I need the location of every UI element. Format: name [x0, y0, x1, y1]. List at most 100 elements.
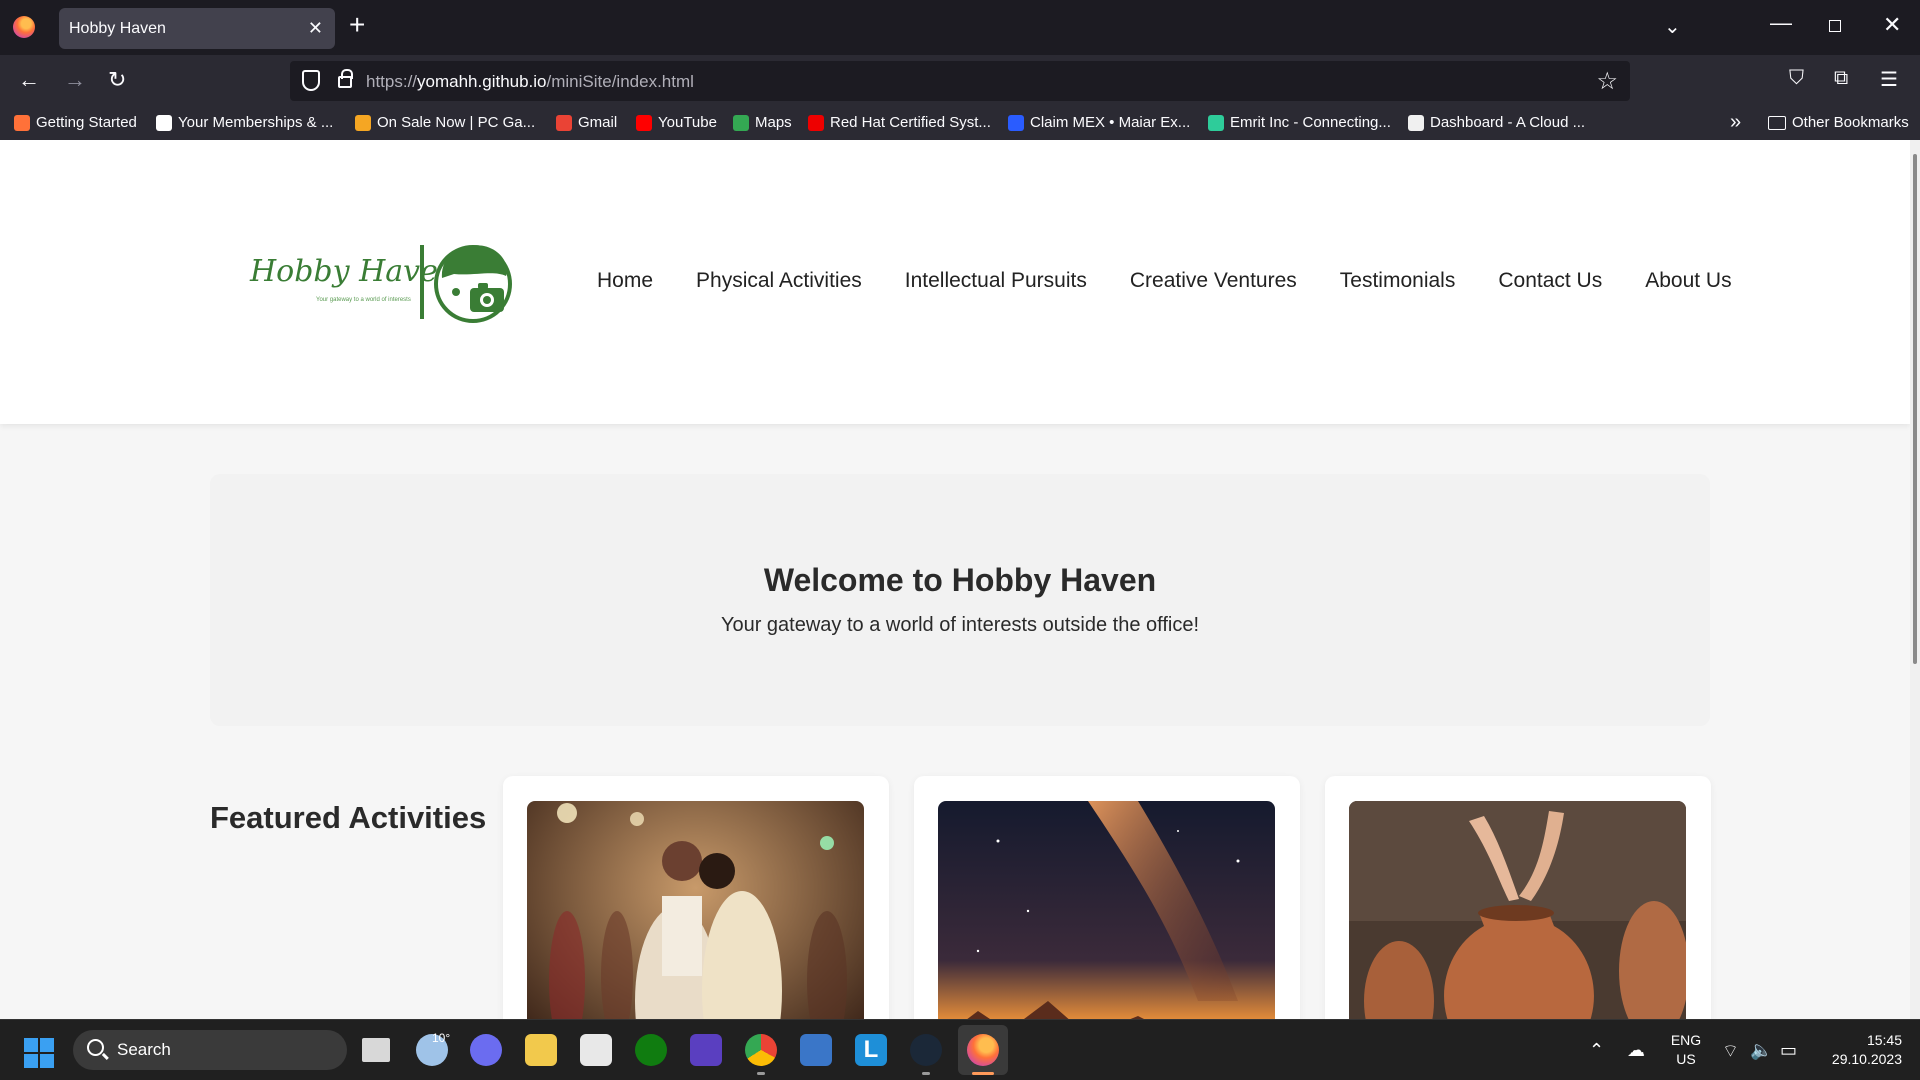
volume-icon[interactable]: 🔈 [1750, 1040, 1772, 1061]
taskbar-search-placeholder: Search [117, 1040, 171, 1059]
more-bookmarks-icon[interactable]: » [1730, 111, 1741, 134]
other-bookmarks-label: Other Bookmarks [1792, 114, 1909, 131]
bookmarks-bar: Getting Started Your Memberships & ... On … [0, 107, 1920, 140]
taskbar-search[interactable]: Search [73, 1030, 347, 1070]
nav-link-physical-activities[interactable]: Physical Activities [696, 269, 862, 293]
extensions-icon[interactable]: ⧉ [1834, 67, 1848, 90]
other-bookmarks-folder[interactable]: Other Bookmarks [1768, 114, 1909, 131]
network-app-icon[interactable] [800, 1034, 832, 1066]
logo-tagline: Your gateway to a world of interests [316, 297, 411, 303]
bookmark-star-icon[interactable]: ☆ [1596, 67, 1618, 96]
bookmark-item[interactable]: Emrit Inc - Connecting... [1208, 114, 1391, 131]
pottery-making-photo [1349, 801, 1686, 1019]
browser-tab[interactable]: Hobby Haven ✕ [59, 8, 335, 49]
clock-time: 15:45 [1866, 1032, 1902, 1048]
steam-icon[interactable] [910, 1034, 942, 1066]
windows-taskbar: Search 10° L ⌃ ☁ ENG US ⌔ 🔈 ▭ 15:45 29.1… [0, 1019, 1920, 1080]
close-window-icon[interactable]: ✕ [1883, 12, 1901, 38]
pocket-icon[interactable]: ⛉ [1789, 67, 1804, 90]
language-indicator[interactable]: ENG US [1668, 1031, 1704, 1069]
activity-card[interactable] [503, 776, 889, 1019]
redhat-icon [808, 114, 824, 131]
tab-title: Hobby Haven [69, 20, 166, 37]
shield-icon[interactable] [302, 70, 320, 91]
bookmark-item[interactable]: Getting Started [14, 114, 137, 131]
bookmark-item[interactable]: Claim MEX • Maiar Ex... [1008, 114, 1190, 131]
running-indicator [922, 1072, 930, 1075]
new-tab-icon[interactable]: + [349, 10, 365, 40]
letter-l-app-icon[interactable]: L [855, 1034, 887, 1066]
browser-navigation-bar: ← → ↻ https://yomahh.github.io/miniSite/… [0, 55, 1920, 107]
firefox-taskbar-active[interactable] [958, 1025, 1008, 1075]
reload-icon[interactable]: ↻ [108, 69, 126, 91]
back-arrow-icon[interactable]: ← [18, 69, 40, 91]
hero-subtitle: Your gateway to a world of interests out… [720, 614, 1200, 636]
nav-link-creative-ventures[interactable]: Creative Ventures [1130, 269, 1297, 293]
running-indicator [757, 1072, 765, 1075]
activity-card[interactable] [914, 776, 1300, 1019]
bookmark-item[interactable]: On Sale Now | PC Ga... [355, 114, 535, 131]
clock[interactable]: 15:45 29.10.2023 [1818, 1031, 1902, 1069]
xbox-icon[interactable] [635, 1034, 667, 1066]
folder-icon [1768, 115, 1786, 130]
site-logo[interactable]: Hobby Haven Your gateway to a world of i… [250, 240, 515, 326]
menu-icon[interactable]: ☰ [1880, 67, 1898, 92]
teams-chat-icon[interactable] [470, 1034, 502, 1066]
amazon-icon [156, 114, 172, 131]
firefox-icon [14, 114, 30, 131]
region-code: US [1676, 1051, 1696, 1067]
bookmark-label: YouTube [658, 114, 717, 131]
nav-link-testimonials[interactable]: Testimonials [1340, 269, 1456, 293]
bookmark-label: Gmail [578, 114, 618, 131]
battery-icon[interactable]: ▭ [1780, 1040, 1797, 1061]
clock-date: 29.10.2023 [1831, 1051, 1902, 1067]
bookmark-item[interactable]: YouTube [636, 114, 717, 131]
scrollbar-thumb[interactable] [1913, 154, 1917, 664]
nav-link-about-us[interactable]: About Us [1645, 269, 1731, 293]
wifi-icon[interactable]: ⌔ [1722, 1040, 1739, 1063]
page-viewport: Hobby Haven Your gateway to a world of i… [0, 140, 1920, 1019]
main-navigation: Home Physical Activities Intellectual Purs… [597, 269, 1775, 293]
bookmark-label: Getting Started [36, 114, 137, 131]
chevron-down-icon[interactable]: ⌄ [1664, 14, 1681, 39]
browser-tab-bar: Hobby Haven ✕ + ⌄ — ✕ [0, 0, 1920, 55]
firefox-icon[interactable] [13, 16, 35, 38]
chevron-up-icon[interactable]: ⌃ [1589, 1040, 1604, 1061]
logo-camera-person-icon [434, 245, 512, 323]
bookmark-item[interactable]: Red Hat Certified Syst... [808, 114, 991, 131]
search-icon [87, 1039, 104, 1056]
logo-text: Hobby Haven [250, 254, 458, 289]
bookmark-item[interactable]: Dashboard - A Cloud ... [1408, 114, 1585, 131]
microsoft-store-icon[interactable] [580, 1034, 612, 1066]
bookmark-label: Red Hat Certified Syst... [830, 114, 991, 131]
firefox-icon [967, 1034, 999, 1066]
minimize-icon[interactable]: — [1770, 10, 1792, 36]
address-bar[interactable]: https://yomahh.github.io/miniSite/index.… [290, 61, 1630, 101]
bookmark-label: Claim MEX • Maiar Ex... [1030, 114, 1191, 131]
copilot-icon[interactable] [690, 1034, 722, 1066]
nav-link-intellectual-pursuits[interactable]: Intellectual Pursuits [905, 269, 1087, 293]
nav-link-home[interactable]: Home [597, 269, 653, 293]
onedrive-cloud-icon[interactable]: ☁ [1627, 1040, 1645, 1061]
restore-icon[interactable] [1829, 20, 1841, 32]
bookmark-item[interactable]: Maps [733, 114, 792, 131]
page-scrollbar[interactable] [1910, 140, 1920, 1019]
nav-link-contact-us[interactable]: Contact Us [1498, 269, 1602, 293]
language-code: ENG [1670, 1032, 1702, 1048]
weather-temperature: 10° [432, 1031, 451, 1045]
hero-title: Welcome to Hobby Haven [763, 562, 1157, 598]
lock-icon[interactable] [338, 69, 353, 88]
file-explorer-icon[interactable] [525, 1034, 557, 1066]
close-tab-icon[interactable]: ✕ [308, 18, 323, 39]
activity-card[interactable] [1325, 776, 1711, 1019]
bookmark-item[interactable]: Gmail [556, 114, 617, 131]
windows-start-icon[interactable] [24, 1038, 54, 1068]
bookmark-item[interactable]: Your Memberships & ... [156, 114, 333, 131]
forward-arrow-icon[interactable]: → [64, 69, 86, 91]
maiar-icon [1008, 114, 1024, 131]
bookmark-label: On Sale Now | PC Ga... [377, 114, 536, 131]
task-view-icon[interactable] [362, 1038, 390, 1062]
chrome-icon[interactable] [745, 1034, 777, 1066]
url-text[interactable]: https://yomahh.github.io/miniSite/index.… [366, 72, 694, 92]
featured-activities-title: Featured Activities [210, 800, 487, 835]
